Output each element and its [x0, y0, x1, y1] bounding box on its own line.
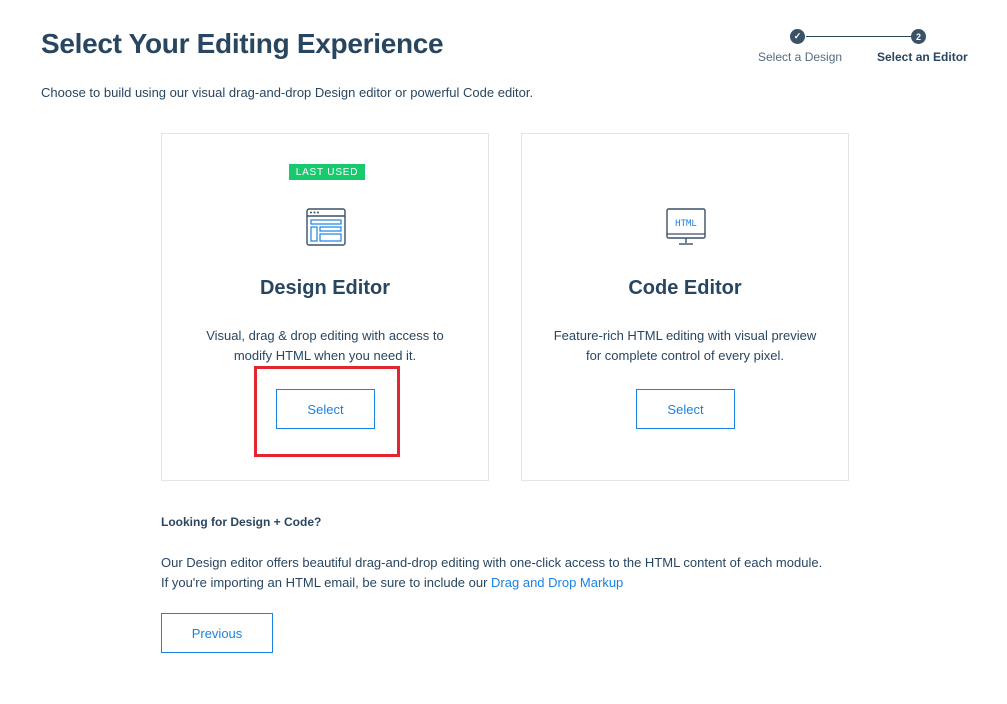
last-used-badge: LAST USED — [289, 164, 365, 180]
html-monitor-icon: HTML — [665, 206, 707, 248]
drag-drop-markup-link[interactable]: Drag and Drop Markup — [491, 575, 623, 590]
progress-stepper: ✓ 2 Select a Design Select an Editor — [750, 29, 980, 69]
help-line-1: Our Design editor offers beautiful drag-… — [161, 555, 823, 570]
help-line-2: If you're importing an HTML email, be su… — [161, 573, 822, 593]
step-complete-check-icon: ✓ — [790, 29, 805, 44]
step-number-badge: 2 — [911, 29, 926, 44]
select-code-editor-button[interactable]: Select — [636, 389, 735, 429]
design-editor-card[interactable]: LAST USED Design Editor Visual, drag & d… — [161, 133, 489, 481]
design-editor-description: Visual, drag & drop editing with access … — [206, 328, 444, 363]
page-subtitle: Choose to build using our visual drag-an… — [41, 85, 534, 100]
step-label-select-editor: Select an Editor — [877, 50, 968, 64]
html-icon-text: HTML — [675, 219, 697, 229]
help-heading: Looking for Design + Code? — [161, 515, 322, 529]
page: Select Your Editing Experience Choose to… — [0, 0, 1007, 704]
stepper-connector — [806, 36, 912, 37]
design-editor-title: Design Editor — [259, 277, 390, 299]
select-design-editor-button[interactable]: Select — [276, 389, 375, 429]
help-line-2-text: If you're importing an HTML email, be su… — [161, 575, 492, 590]
layout-editor-icon — [305, 206, 347, 248]
help-text: Our Design editor offers beautiful drag-… — [161, 553, 822, 593]
page-title: Select Your Editing Experience — [41, 28, 444, 59]
step-label-select-design[interactable]: Select a Design — [758, 50, 842, 64]
code-editor-description: Feature-rich HTML editing with visual pr… — [553, 328, 817, 363]
previous-button[interactable]: Previous — [161, 613, 273, 653]
code-editor-title: Code Editor — [628, 277, 742, 299]
code-editor-card[interactable]: HTML Code Editor Feature-rich HTML editi… — [521, 133, 849, 481]
